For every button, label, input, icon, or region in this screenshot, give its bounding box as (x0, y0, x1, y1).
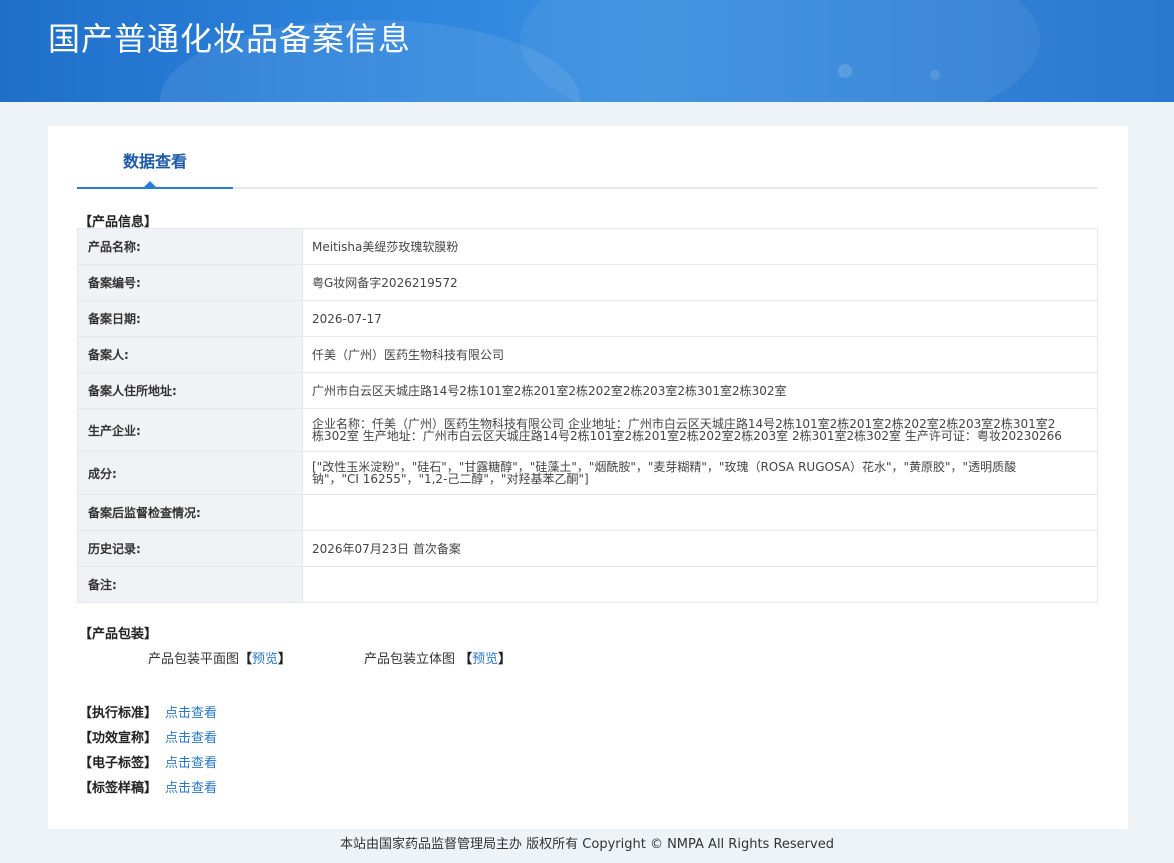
efficacy-row: 【功效宣称】 点击查看 (79, 727, 217, 746)
row-value (302, 566, 1098, 603)
table-row: 备案后监督检查情况: (77, 494, 1098, 531)
table-row: 成分: ["改性玉米淀粉"，"硅石"，"甘露糖醇"，"硅藻土"，"烟酰胺"，"麦… (77, 451, 1098, 495)
row-value: 仟美（广州）医药生物科技有限公司 (302, 336, 1098, 373)
row-value: 企业名称：仟美（广州）医药生物科技有限公司 企业地址：广州市白云区天城庄路14号… (302, 408, 1098, 452)
main-card: 数据查看 【产品信息】 产品名称: Meitisha美缇莎玫瑰软膜粉 备案编号:… (48, 126, 1128, 829)
table-row: 历史记录: 2026年07月23日 首次备案 (77, 530, 1098, 567)
table-row: 备案人: 仟美（广州）医药生物科技有限公司 (77, 336, 1098, 373)
packaging-heading: 【产品包装】 (79, 627, 158, 642)
row-key: 成分: (77, 451, 303, 495)
packaging-flat-preview-link[interactable]: 预览 (252, 652, 278, 667)
row-key: 备案后监督检查情况: (77, 494, 303, 531)
e-label-row: 【电子标签】 点击查看 (79, 752, 217, 771)
row-key: 生产企业: (77, 408, 303, 452)
bracket-open: 【 (459, 652, 473, 667)
page-title: 国产普通化妆品备案信息 (48, 20, 412, 58)
packaging-solid-label: 产品包装立体图 (364, 652, 460, 667)
standard-view-link[interactable]: 点击查看 (165, 706, 217, 721)
product-info-table: 产品名称: Meitisha美缇莎玫瑰软膜粉 备案编号: 粤G妆网备字20262… (77, 228, 1098, 603)
row-key: 备案人住所地址: (77, 372, 303, 409)
table-row: 备案编号: 粤G妆网备字2026219572 (77, 264, 1098, 301)
table-row: 备案日期: 2026-07-17 (77, 300, 1098, 337)
table-row: 备注: (77, 566, 1098, 603)
standard-row: 【执行标准】 点击查看 (79, 702, 217, 721)
packaging-solid-preview-link[interactable]: 预览 (472, 652, 498, 667)
tab-bar: 数据查看 (77, 126, 1098, 189)
row-key: 备案日期: (77, 300, 303, 337)
row-value: 2026年07月23日 首次备案 (302, 530, 1098, 567)
row-value: 2026-07-17 (302, 300, 1098, 337)
row-key: 备案人: (77, 336, 303, 373)
header-banner: 国产普通化妆品备案信息 (0, 0, 1174, 102)
row-value: ["改性玉米淀粉"，"硅石"，"甘露糖醇"，"硅藻土"，"烟酰胺"，"麦芽糊精"… (302, 451, 1098, 495)
row-value (302, 494, 1098, 531)
bracket-close: 】 (498, 652, 512, 667)
tab-data-view[interactable]: 数据查看 (77, 126, 233, 189)
active-tab-caret-icon (144, 181, 156, 187)
table-row: 生产企业: 企业名称：仟美（广州）医药生物科技有限公司 企业地址：广州市白云区天… (77, 408, 1098, 452)
e-label-view-link[interactable]: 点击查看 (165, 756, 217, 771)
efficacy-label: 【功效宣称】 (79, 731, 158, 746)
packaging-flat-label: 产品包装平面图 (148, 652, 240, 667)
standard-label: 【执行标准】 (79, 706, 158, 721)
e-label-label: 【电子标签】 (79, 756, 158, 771)
efficacy-view-link[interactable]: 点击查看 (165, 731, 217, 746)
label-draft-row: 【标签样稿】 点击查看 (79, 777, 217, 796)
row-value: Meitisha美缇莎玫瑰软膜粉 (302, 228, 1098, 265)
row-key: 备注: (77, 566, 303, 603)
label-draft-label: 【标签样稿】 (79, 781, 158, 796)
packaging-flat: 产品包装平面图【预览】 (148, 648, 291, 667)
row-key: 产品名称: (77, 228, 303, 265)
banner-decoration (838, 64, 852, 78)
label-draft-view-link[interactable]: 点击查看 (165, 781, 217, 796)
packaging-solid: 产品包装立体图 【预览】 (364, 648, 511, 667)
banner-decoration (930, 70, 940, 80)
bracket-close: 】 (278, 652, 292, 667)
row-value: 广州市白云区天城庄路14号2栋101室2栋201室2栋202室2栋203室2栋3… (302, 372, 1098, 409)
bracket-open: 【 (239, 652, 253, 667)
row-key: 备案编号: (77, 264, 303, 301)
row-value-line: 钠"，"CI 16255"，"1,2-己二醇"，"对羟基苯乙酮"] (312, 472, 589, 486)
tab-label: 数据查看 (122, 152, 187, 171)
table-row: 产品名称: Meitisha美缇莎玫瑰软膜粉 (77, 228, 1098, 265)
row-value-line: 栋302室 生产地址：广州市白云区天城庄路14号2栋101室2栋201室2栋20… (312, 429, 1062, 443)
row-value: 粤G妆网备字2026219572 (302, 264, 1098, 301)
footer-copyright: 本站由国家药品监督管理局主办 版权所有 Copyright © NMPA All… (340, 837, 834, 852)
table-row: 备案人住所地址: 广州市白云区天城庄路14号2栋101室2栋201室2栋202室… (77, 372, 1098, 409)
banner-decoration (520, 0, 1040, 102)
row-key: 历史记录: (77, 530, 303, 567)
